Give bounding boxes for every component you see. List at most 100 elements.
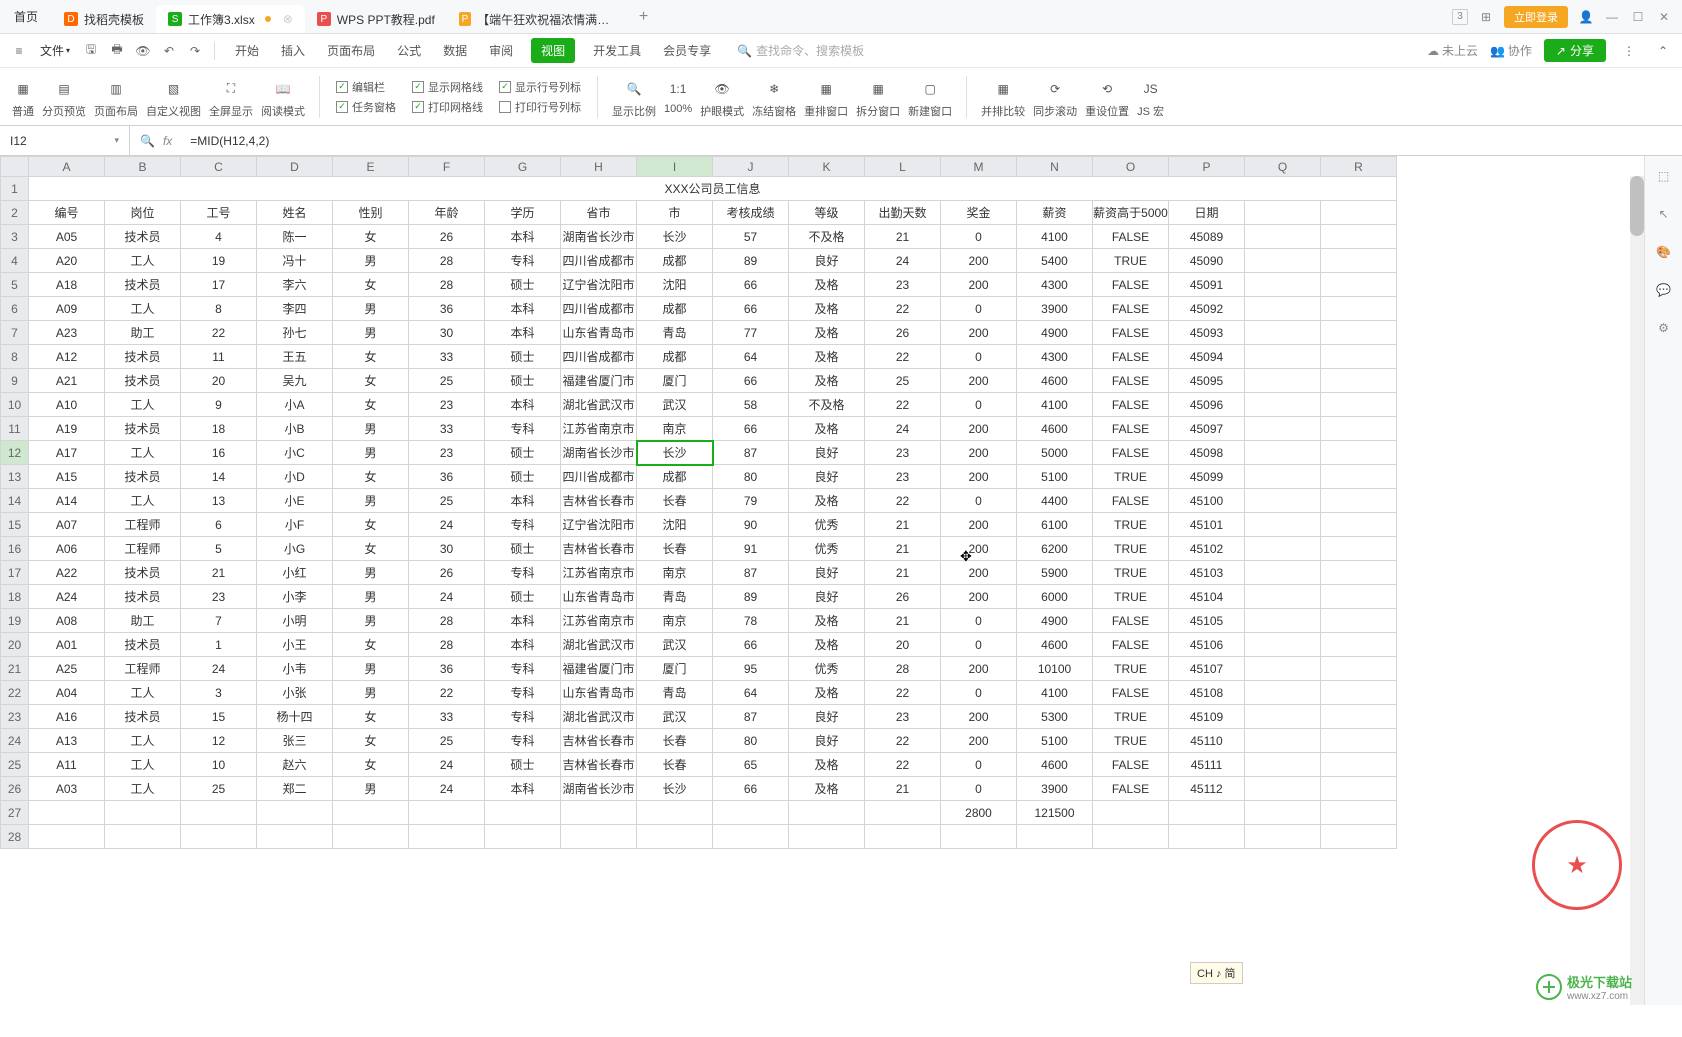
cell[interactable]: 及格: [789, 633, 865, 657]
cell[interactable]: 4100: [1017, 393, 1093, 417]
cell[interactable]: 4100: [1017, 681, 1093, 705]
cell[interactable]: 工人: [105, 393, 181, 417]
cell[interactable]: 硕士: [485, 753, 561, 777]
cell[interactable]: 成都: [637, 345, 713, 369]
cell[interactable]: 23: [409, 393, 485, 417]
cell[interactable]: 16: [181, 441, 257, 465]
cell[interactable]: [1245, 729, 1321, 753]
cell[interactable]: 良好: [789, 705, 865, 729]
column-header[interactable]: A: [29, 157, 105, 177]
cell[interactable]: 硕士: [485, 345, 561, 369]
cell[interactable]: 本科: [485, 393, 561, 417]
cell[interactable]: 本科: [485, 777, 561, 801]
cell[interactable]: 66: [713, 297, 789, 321]
cell[interactable]: 小红: [257, 561, 333, 585]
cell[interactable]: 78: [713, 609, 789, 633]
header-cell[interactable]: 编号: [29, 201, 105, 225]
row-header[interactable]: 1: [1, 177, 29, 201]
cell[interactable]: 21: [865, 513, 941, 537]
redo-icon[interactable]: ↷: [184, 40, 206, 62]
cell[interactable]: 男: [333, 417, 409, 441]
cell[interactable]: 专科: [485, 681, 561, 705]
header-cell[interactable]: 薪资高于5000: [1093, 201, 1169, 225]
cell[interactable]: 200: [941, 513, 1017, 537]
cell[interactable]: 200: [941, 417, 1017, 441]
row-header[interactable]: 23: [1, 705, 29, 729]
cell[interactable]: 21: [865, 609, 941, 633]
header-cell[interactable]: 出勤天数: [865, 201, 941, 225]
cell[interactable]: 本科: [485, 609, 561, 633]
row-header[interactable]: 2: [1, 201, 29, 225]
side-chat-icon[interactable]: 💬: [1654, 280, 1674, 300]
cell[interactable]: 45111: [1169, 753, 1245, 777]
cell[interactable]: A17: [29, 441, 105, 465]
cell[interactable]: [1245, 801, 1321, 825]
cell[interactable]: 90: [713, 513, 789, 537]
menu-tab[interactable]: 视图: [531, 38, 575, 63]
cell[interactable]: 200: [941, 729, 1017, 753]
ribbon-checkbox[interactable]: 编辑栏: [336, 79, 396, 95]
cell[interactable]: [789, 825, 865, 849]
cell[interactable]: [181, 801, 257, 825]
cell[interactable]: 技术员: [105, 705, 181, 729]
cell[interactable]: A07: [29, 513, 105, 537]
cell[interactable]: FALSE: [1093, 441, 1169, 465]
row-header[interactable]: 9: [1, 369, 29, 393]
cell[interactable]: 11: [181, 345, 257, 369]
save-icon[interactable]: 🖫: [80, 40, 102, 62]
row-header[interactable]: 27: [1, 801, 29, 825]
cell[interactable]: 4600: [1017, 633, 1093, 657]
cell[interactable]: [257, 801, 333, 825]
cell[interactable]: 25: [865, 369, 941, 393]
cell[interactable]: 66: [713, 633, 789, 657]
ribbon-button[interactable]: ⟲重设位置: [1081, 75, 1133, 119]
cell[interactable]: 不及格: [789, 393, 865, 417]
cell[interactable]: [1245, 561, 1321, 585]
header-cell[interactable]: 薪资: [1017, 201, 1093, 225]
cell[interactable]: 专科: [485, 513, 561, 537]
cell[interactable]: 64: [713, 345, 789, 369]
cell[interactable]: 辽宁省沈阳市: [561, 513, 637, 537]
cell[interactable]: [561, 801, 637, 825]
cell[interactable]: [1245, 465, 1321, 489]
expand-icon[interactable]: ⌃: [1652, 40, 1674, 62]
cell[interactable]: 李六: [257, 273, 333, 297]
cell[interactable]: 技术员: [105, 369, 181, 393]
cell[interactable]: 10: [181, 753, 257, 777]
cell[interactable]: [1245, 225, 1321, 249]
row-header[interactable]: 15: [1, 513, 29, 537]
cell[interactable]: 李四: [257, 297, 333, 321]
cell[interactable]: [1321, 777, 1397, 801]
cell[interactable]: 助工: [105, 609, 181, 633]
cell[interactable]: 小张: [257, 681, 333, 705]
cell[interactable]: 3900: [1017, 297, 1093, 321]
column-header[interactable]: F: [409, 157, 485, 177]
cell[interactable]: 17: [181, 273, 257, 297]
ribbon-checkbox[interactable]: 任务窗格: [336, 99, 396, 115]
cell[interactable]: 45089: [1169, 225, 1245, 249]
cell[interactable]: 优秀: [789, 513, 865, 537]
cell[interactable]: 本科: [485, 489, 561, 513]
cell[interactable]: 良好: [789, 585, 865, 609]
cell[interactable]: 21: [181, 561, 257, 585]
row-header[interactable]: 8: [1, 345, 29, 369]
cell[interactable]: 200: [941, 657, 1017, 681]
cell[interactable]: 22: [865, 729, 941, 753]
column-header[interactable]: P: [1169, 157, 1245, 177]
cell[interactable]: [1321, 609, 1397, 633]
cell[interactable]: 青岛: [637, 681, 713, 705]
cell[interactable]: 45095: [1169, 369, 1245, 393]
cell[interactable]: A24: [29, 585, 105, 609]
cell[interactable]: 5000: [1017, 441, 1093, 465]
cell[interactable]: 26: [865, 585, 941, 609]
cell[interactable]: 2800: [941, 801, 1017, 825]
row-header[interactable]: 21: [1, 657, 29, 681]
cell[interactable]: 91: [713, 537, 789, 561]
minimize-icon[interactable]: —: [1604, 9, 1620, 25]
cell[interactable]: [1321, 297, 1397, 321]
cell[interactable]: 吉林省长春市: [561, 489, 637, 513]
cell[interactable]: 25: [409, 369, 485, 393]
cell[interactable]: 吉林省长春市: [561, 753, 637, 777]
column-header[interactable]: H: [561, 157, 637, 177]
cell[interactable]: [1245, 633, 1321, 657]
